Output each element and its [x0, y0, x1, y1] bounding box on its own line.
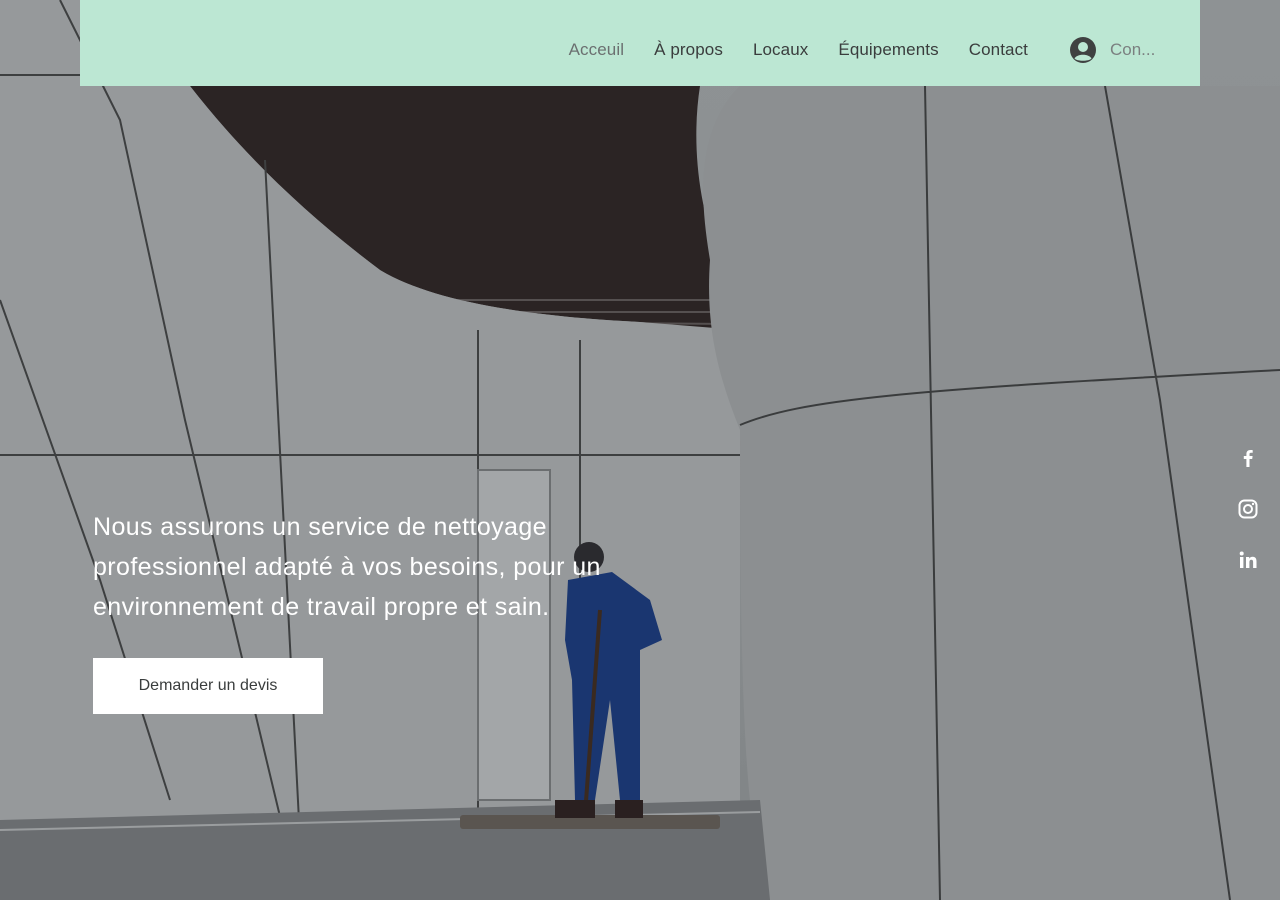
site-header: Acceuil À propos Locaux Équipements Cont…: [80, 0, 1200, 86]
login-label: Con...: [1110, 40, 1156, 59]
main-nav: Acceuil À propos Locaux Équipements Cont…: [539, 0, 1160, 100]
facebook-icon[interactable]: [1236, 446, 1260, 470]
social-bar: [1236, 446, 1260, 599]
user-avatar-icon: [1070, 37, 1096, 63]
instagram-icon[interactable]: [1236, 497, 1260, 521]
request-quote-button[interactable]: Demander un devis: [93, 658, 323, 714]
nav-item-equipements[interactable]: Équipements: [838, 40, 938, 60]
nav-item-acceuil[interactable]: Acceuil: [569, 40, 625, 60]
nav-item-contact[interactable]: Contact: [969, 40, 1028, 60]
nav-item-locaux[interactable]: Locaux: [753, 40, 808, 60]
login-button[interactable]: Con...: [1070, 37, 1160, 63]
nav-item-a-propos[interactable]: À propos: [654, 40, 723, 60]
hero-background-image: [0, 0, 1280, 900]
hero-headline: Nous assurons un service de nettoyage pr…: [93, 513, 601, 621]
linkedin-icon[interactable]: [1236, 548, 1260, 572]
